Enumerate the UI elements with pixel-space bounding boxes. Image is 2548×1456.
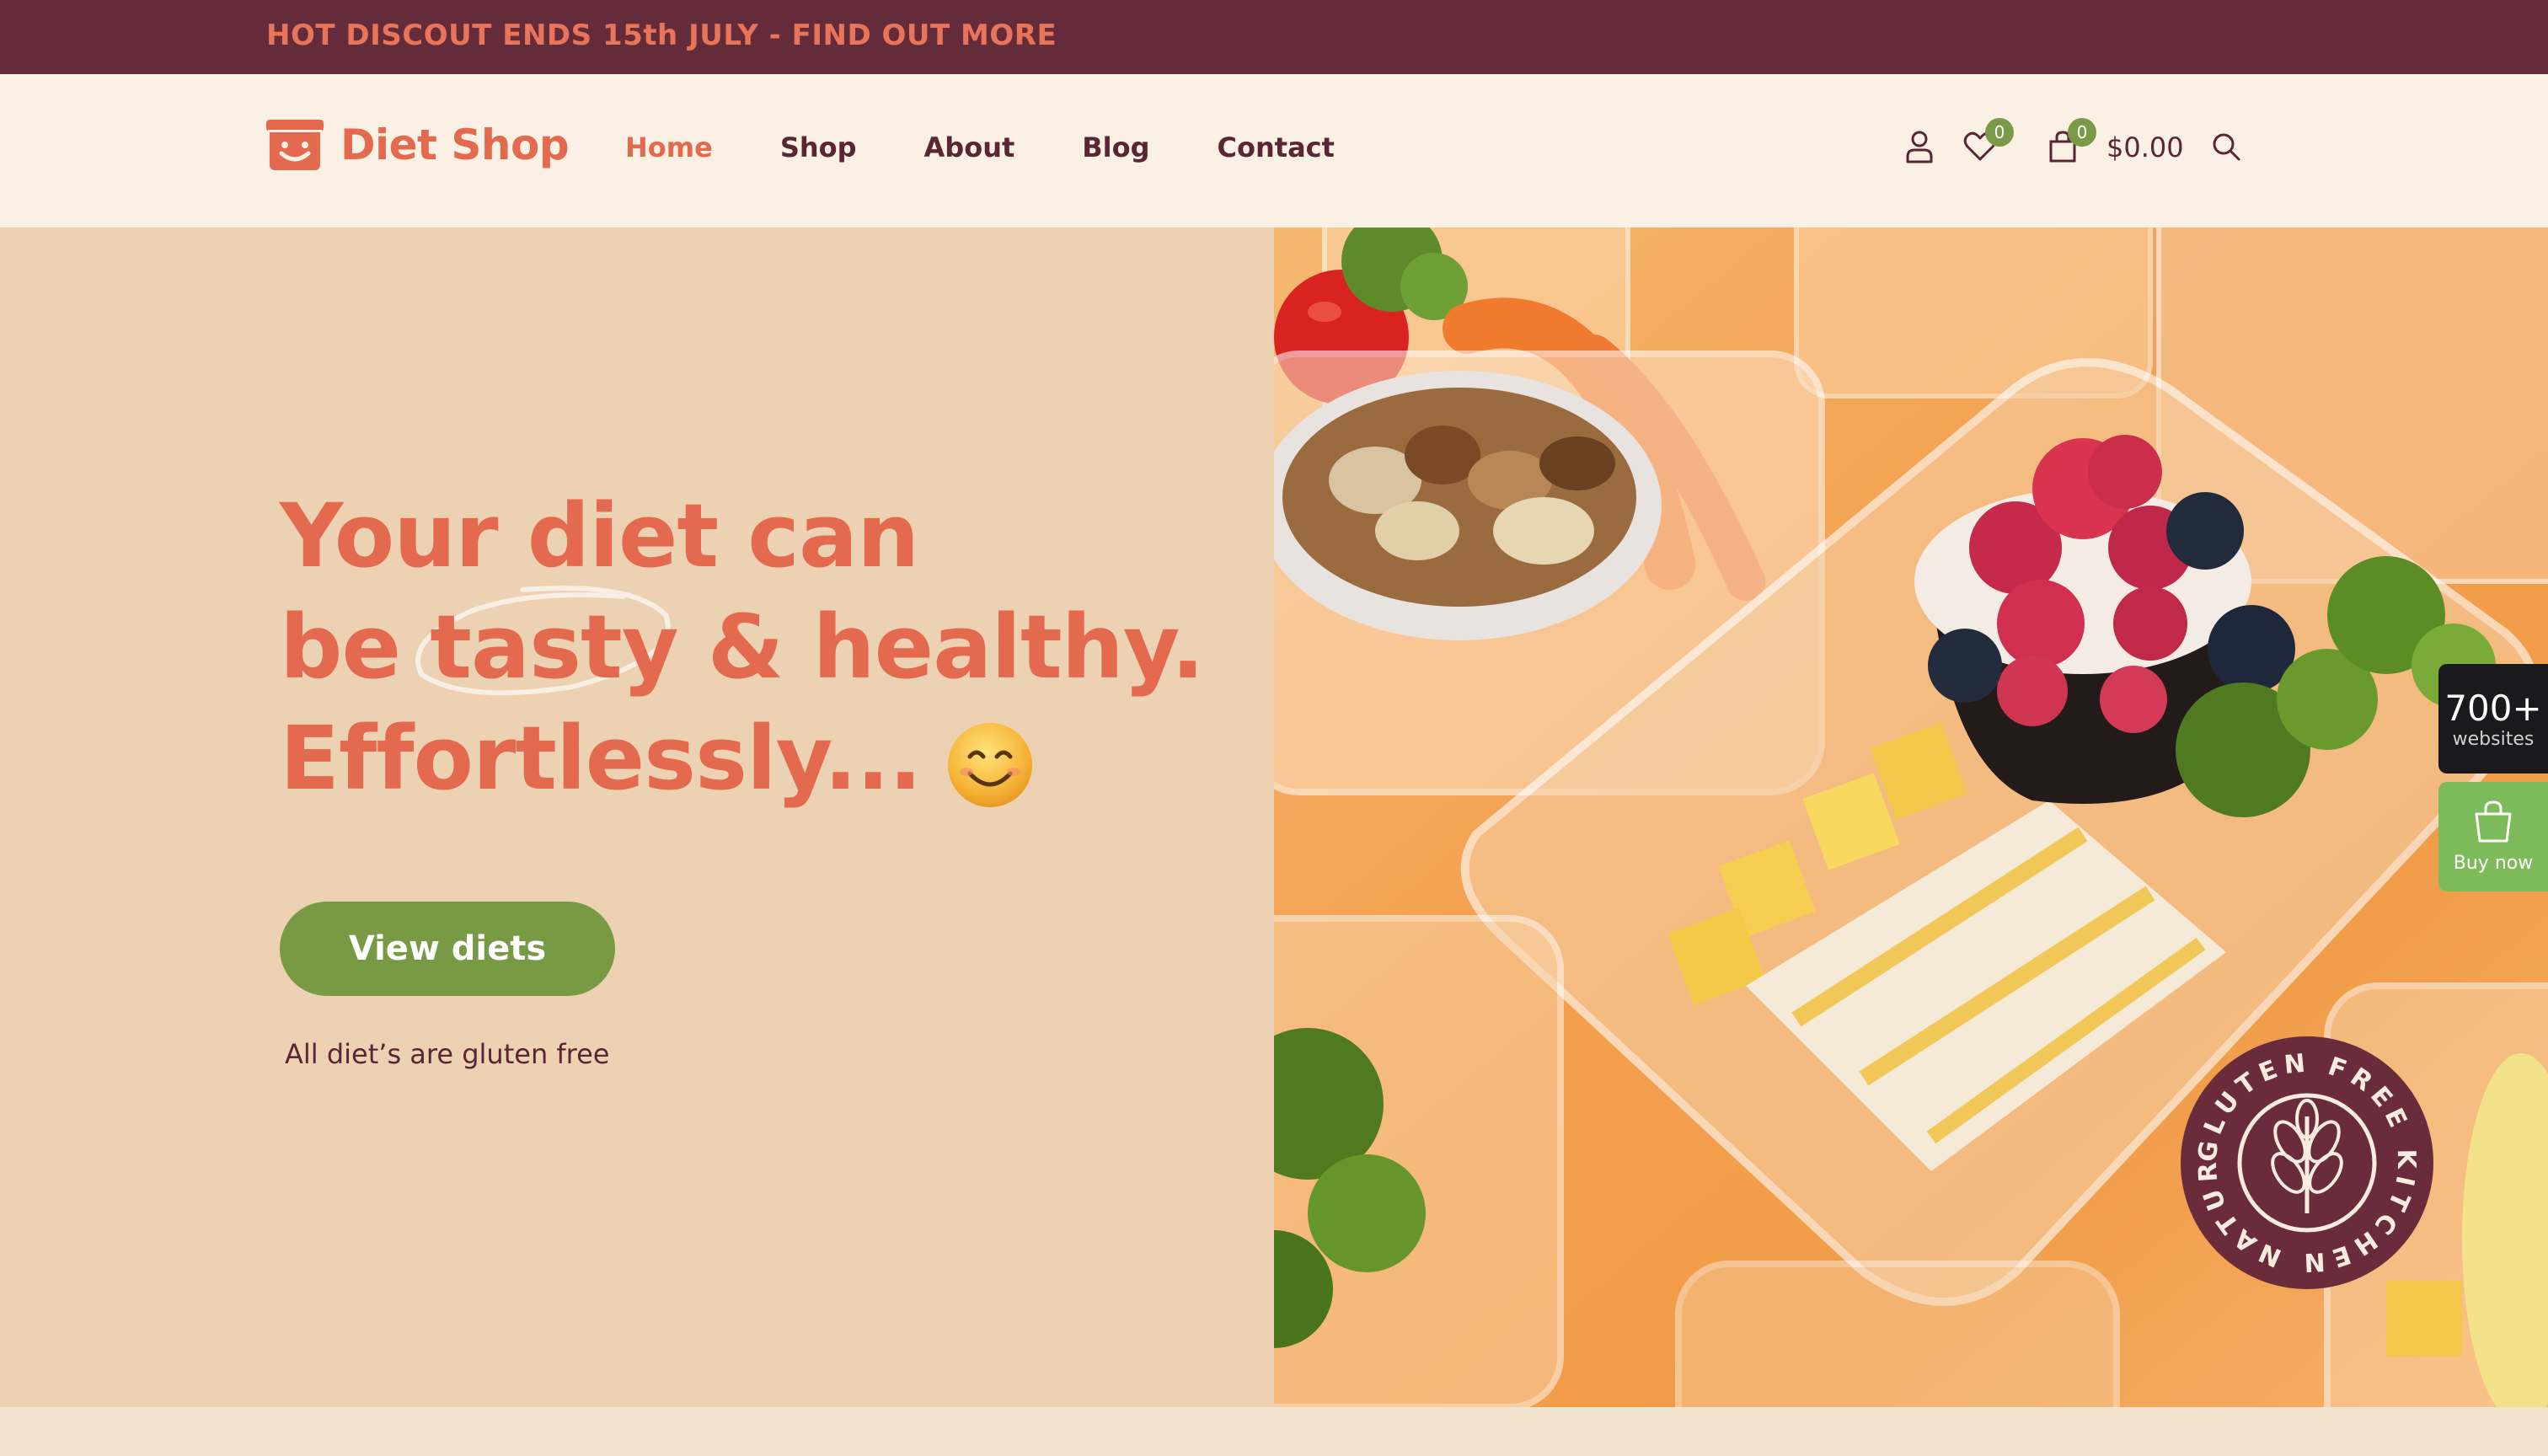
hero-food-image: GLUTEN FREE KITCHEN NATURAL <box>1274 228 2548 1407</box>
announcement-bar[interactable]: HOT DISCOUT ENDS 15th JULY - FIND OUT MO… <box>0 0 2548 74</box>
search-button[interactable] <box>2206 126 2246 167</box>
effortlessly-word: Effortlessly... <box>280 707 922 810</box>
buy-now-button[interactable]: Buy now <box>2438 782 2548 891</box>
wishlist-count-badge: 0 <box>1985 118 2014 147</box>
search-icon <box>2213 133 2240 161</box>
tasty-word: tasty <box>430 596 678 699</box>
user-icon <box>1906 131 1933 163</box>
hero-headline: Your diet can be tasty & healthy. Effort… <box>280 480 1207 814</box>
headline-line-1: Your diet can <box>280 484 919 587</box>
gluten-free-note: All diet’s are gluten free <box>285 1038 610 1070</box>
headline-healthy: & healthy. <box>707 596 1205 699</box>
headline-tasty: tasty <box>415 586 679 703</box>
site-header: Diet Shop Home Shop About Blog Contact 0… <box>0 74 2548 228</box>
cart-count-badge: 0 <box>2068 118 2096 147</box>
buy-now-label: Buy now <box>2453 853 2534 874</box>
account-button[interactable] <box>1899 126 1940 167</box>
page-bottom-strip <box>0 1407 2548 1456</box>
headline-line-2: be tasty & healthy. <box>280 586 1207 703</box>
gluten-free-seal: GLUTEN FREE KITCHEN NATURAL <box>2168 1014 2433 1289</box>
shopping-bag-icon <box>2475 800 2512 843</box>
websites-label: websites <box>2452 729 2535 750</box>
hero-section: Your diet can be tasty & healthy. Effort… <box>0 228 1274 1407</box>
announcement-text[interactable]: HOT DISCOUT ENDS 15th JULY - FIND OUT MO… <box>266 19 1057 52</box>
cart-button[interactable]: 0 <box>2042 118 2096 167</box>
view-diets-button[interactable]: View diets <box>280 902 615 996</box>
cart-total[interactable]: $0.00 <box>2106 131 2184 163</box>
websites-count: 700+ <box>2444 688 2542 729</box>
headline-line-3: Effortlessly... <box>280 703 1207 814</box>
headline-be: be <box>280 596 401 699</box>
websites-count-button[interactable]: 700+ websites <box>2438 664 2548 774</box>
smiley-emoji-icon <box>948 722 1033 807</box>
header-tools: 0 0 $0.00 <box>0 118 2548 177</box>
gluten-free-seal-graphic: GLUTEN FREE KITCHEN NATURAL <box>2168 1014 2433 1289</box>
wishlist-button[interactable]: 0 <box>1960 118 2014 167</box>
